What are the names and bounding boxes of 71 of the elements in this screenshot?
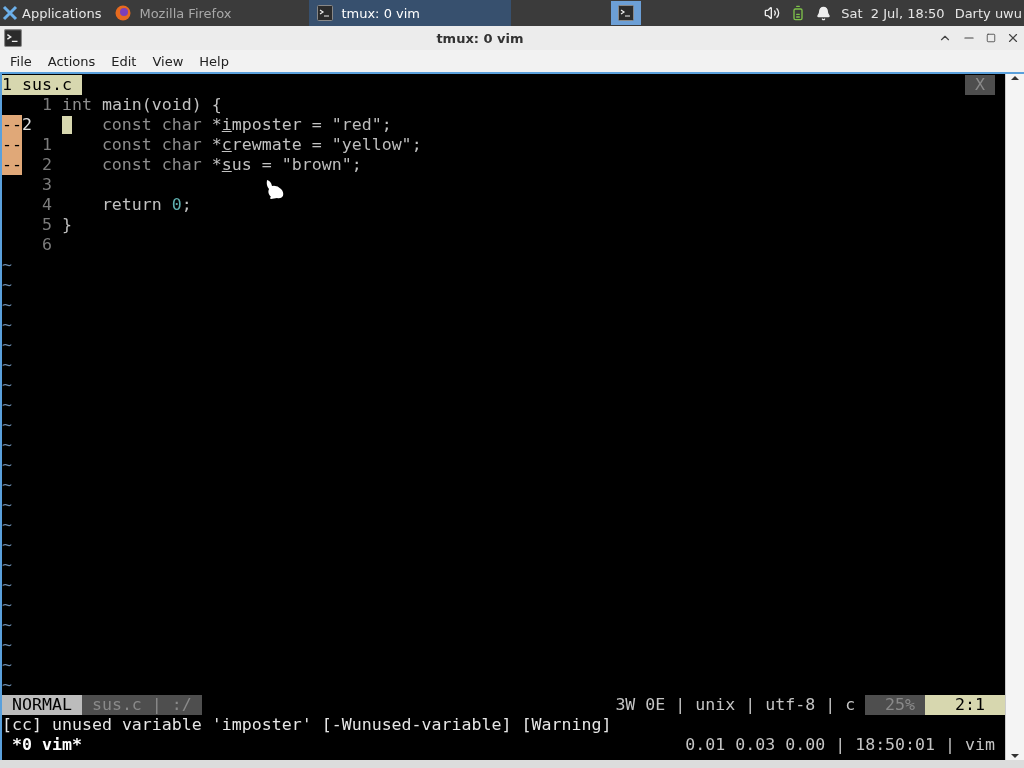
- empty-line-marker: ~: [2, 575, 12, 595]
- menu-item[interactable]: Edit: [103, 53, 145, 69]
- line-number: 6: [40, 235, 52, 255]
- empty-line-marker: ~: [2, 535, 12, 555]
- line-number: 2: [40, 155, 52, 175]
- empty-line-marker: ~: [2, 435, 12, 455]
- empty-line-marker: ~: [2, 295, 12, 315]
- rabbit-pointer-icon: [264, 178, 286, 200]
- window-title: tmux: 0 vim: [435, 30, 525, 46]
- code-line: return 0;: [100, 195, 192, 215]
- empty-line-marker: ~: [2, 315, 12, 335]
- line-number: 1: [40, 95, 52, 115]
- clock[interactable]: Sat 2 Jul, 18:50: [841, 5, 945, 21]
- user-name[interactable]: Darty uwu: [954, 5, 1022, 21]
- applications-menu[interactable]: Applications: [0, 0, 108, 26]
- tmux-window[interactable]: *0 vim*: [2, 735, 82, 755]
- menu-item[interactable]: Actions: [39, 53, 104, 69]
- taskbar-task[interactable]: tmux: 0 vim: [309, 0, 512, 26]
- empty-line-marker: ~: [2, 455, 12, 475]
- code-line: }: [61, 215, 72, 235]
- close-icon[interactable]: [1006, 31, 1020, 45]
- notification-bell-icon[interactable]: [816, 5, 832, 21]
- empty-line-marker: ~: [2, 415, 12, 435]
- empty-line-marker: ~: [2, 615, 12, 635]
- empty-line-marker: ~: [2, 275, 12, 295]
- code-line: int main(void) {: [61, 95, 222, 115]
- line-number: 3: [40, 175, 52, 195]
- menu-item[interactable]: View: [144, 53, 192, 69]
- diff-sign: --: [2, 135, 22, 155]
- empty-line-marker: ~: [2, 395, 12, 415]
- empty-line-marker: ~: [2, 355, 12, 375]
- empty-line-marker: ~: [2, 475, 12, 495]
- diff-sign: --: [2, 155, 22, 175]
- code-line: const char *crewmate = "yellow";: [100, 135, 422, 155]
- workspace-button[interactable]: [611, 1, 642, 25]
- file-info: 3W 0E | unix | utf-8 | c: [615, 695, 857, 715]
- empty-line-marker: ~: [2, 635, 12, 655]
- file-status: sus.c | :/: [81, 695, 202, 715]
- cursor-position: 2:1: [925, 695, 1005, 715]
- mode-indicator: NORMAL: [2, 695, 82, 715]
- empty-line-marker: ~: [2, 655, 12, 675]
- volume-icon[interactable]: [764, 5, 781, 21]
- buffer-tab[interactable]: 1 sus.c: [2, 75, 82, 95]
- diff-sign: --: [2, 115, 22, 135]
- code-line: const char *imposter = "red";: [100, 115, 392, 135]
- empty-line-marker: ~: [2, 495, 12, 515]
- maximize-icon[interactable]: [986, 33, 996, 43]
- terminal-icon: [618, 5, 635, 21]
- empty-line-marker: ~: [2, 375, 12, 395]
- empty-line-marker: ~: [2, 255, 12, 275]
- empty-line-marker: ~: [2, 675, 12, 695]
- line-number: 2: [21, 115, 33, 135]
- scroll-percent: 25%: [865, 695, 926, 715]
- empty-line-marker: ~: [2, 335, 12, 355]
- terminal-icon: [4, 29, 22, 47]
- line-number: 1: [40, 135, 52, 155]
- tmux-status: 0.01 0.03 0.00 | 18:50:01 | vim: [685, 735, 996, 755]
- code-line: const char *sus = "brown";: [100, 155, 362, 175]
- x-logo-icon: [2, 5, 18, 21]
- scroll-down-icon[interactable]: [1010, 752, 1020, 760]
- empty-line-marker: ~: [2, 555, 12, 575]
- empty-line-marker: ~: [2, 595, 12, 615]
- menu-item[interactable]: Help: [191, 53, 237, 69]
- warning-message: [cc] unused variable 'imposter' [-Wunused-variable] [Warning]: [2, 715, 612, 735]
- terminal-icon: [317, 5, 334, 21]
- menu-item[interactable]: File: [2, 53, 40, 69]
- taskbar-task[interactable]: Mozilla Firefox: [107, 0, 310, 26]
- browser-icon: [115, 5, 132, 21]
- line-number: 4: [40, 195, 52, 215]
- line-number: 5: [40, 215, 52, 235]
- empty-line-marker: ~: [2, 515, 12, 535]
